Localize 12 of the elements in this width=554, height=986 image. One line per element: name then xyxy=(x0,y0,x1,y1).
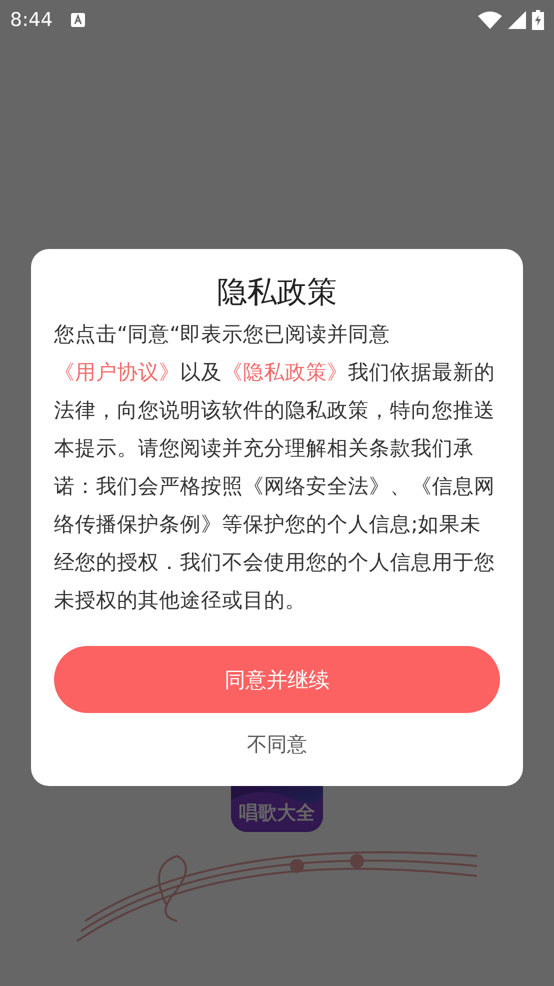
signal-icon xyxy=(508,11,526,29)
keyboard-notification-icon xyxy=(70,13,85,27)
policy-link[interactable]: 《用户协议》 xyxy=(54,360,180,384)
policy-link[interactable]: 《隐私政策》 xyxy=(222,360,348,384)
disagree-button[interactable]: 不同意 xyxy=(239,727,315,762)
app-name: 唱歌大全 xyxy=(239,801,315,826)
battery-charging-icon xyxy=(532,10,544,30)
status-time: 8:44 xyxy=(10,9,53,31)
wifi-icon xyxy=(478,11,502,29)
privacy-text: 您点击“同意“即表示您已阅读并同意 《用户协议》以及《隐私政策》我们依据最新的法律，向您说明该软件的隐私政策，特向您推送本提示。请您阅读并充分理解相关条款我们承诺：我们会严格按照《网络安全法》、《信息网络传播保护条例》等保护您的个人信息;如果未经您的授权．我们不会使用您的个人信息用于您未授权的其他途径或目的。 xyxy=(54,321,496,614)
dialog-title: 隐私政策 xyxy=(216,274,338,312)
agree-button[interactable]: 同意并继续 xyxy=(54,646,500,713)
